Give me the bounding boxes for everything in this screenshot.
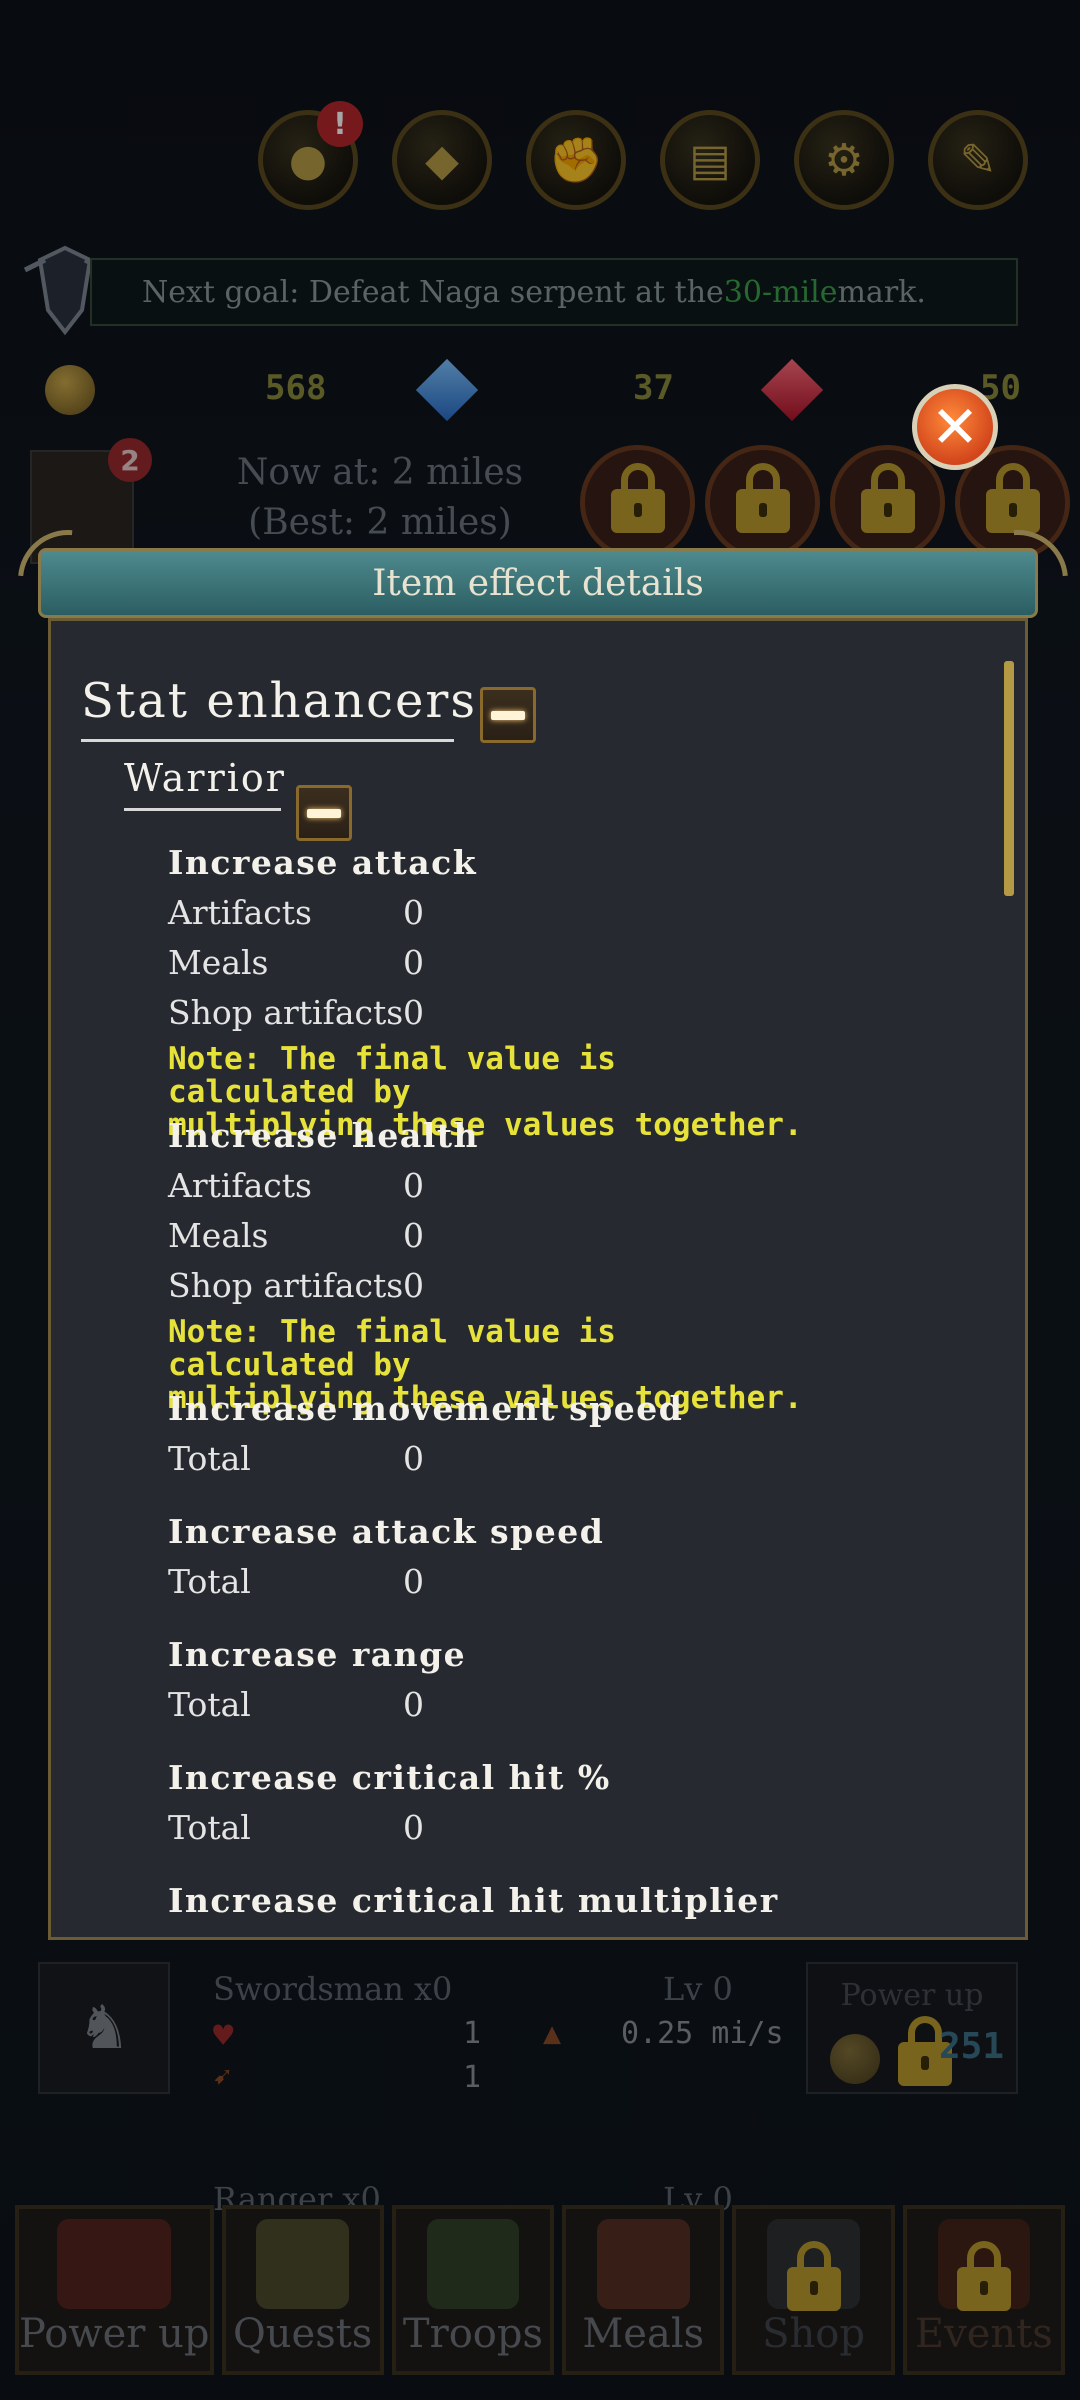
note-line: Note: The final value is calculated by — [168, 1314, 616, 1383]
row-value: 0 — [403, 993, 424, 1032]
collapse-section-button[interactable] — [480, 687, 536, 743]
row-value: 0 — [403, 1808, 424, 1847]
row-value: 0 — [403, 1266, 424, 1305]
row-label: Shop artifacts — [168, 1266, 404, 1305]
close-button[interactable]: ✕ — [912, 384, 998, 470]
note-line: Note: The final value is calculated by — [168, 1041, 616, 1110]
row-value: 0 — [403, 1562, 424, 1601]
stat-title: Increase movement speed — [168, 1389, 684, 1428]
dialog-scrollbar[interactable] — [1004, 661, 1014, 896]
minus-icon — [307, 808, 341, 818]
collapse-warrior-button[interactable] — [296, 785, 352, 841]
row-label: Total — [168, 1562, 251, 1601]
row-value: 0 — [403, 1439, 424, 1478]
row-label: Shop artifacts — [168, 993, 404, 1032]
section-title: Stat enhancers — [81, 673, 477, 729]
row-label: Total — [168, 1808, 251, 1847]
section-underline — [81, 739, 454, 742]
dialog-title: Item effect details — [372, 562, 704, 604]
stat-title: Increase critical hit multiplier — [168, 1881, 779, 1920]
row-label: Total — [168, 1439, 251, 1478]
subsection-title: Warrior — [124, 756, 286, 800]
item-effect-details-dialog: Stat enhancers Warrior Increase attack A… — [0, 509, 1080, 1940]
row-value: 0 — [403, 1216, 424, 1255]
row-value: 0 — [403, 1166, 424, 1205]
row-value: 0 — [403, 893, 424, 932]
dialog-body: Stat enhancers Warrior Increase attack A… — [48, 618, 1028, 1940]
stat-title: Increase attack — [168, 843, 478, 882]
stat-title: Increase attack speed — [168, 1512, 605, 1551]
stat-title: Increase critical hit % — [168, 1758, 611, 1797]
row-label: Artifacts — [168, 1166, 312, 1205]
row-label: Artifacts — [168, 893, 312, 932]
row-label: Meals — [168, 1216, 269, 1255]
row-label: Total — [168, 1685, 251, 1724]
stat-title: Increase range — [168, 1635, 467, 1674]
dialog-header: Item effect details — [38, 548, 1038, 618]
row-label: Meals — [168, 943, 269, 982]
row-value: 0 — [403, 943, 424, 982]
stat-title: Increase health — [168, 1116, 479, 1155]
minus-icon — [491, 710, 525, 720]
subsection-underline — [124, 808, 281, 811]
close-icon: ✕ — [930, 393, 980, 461]
row-value: 0 — [403, 1685, 424, 1724]
